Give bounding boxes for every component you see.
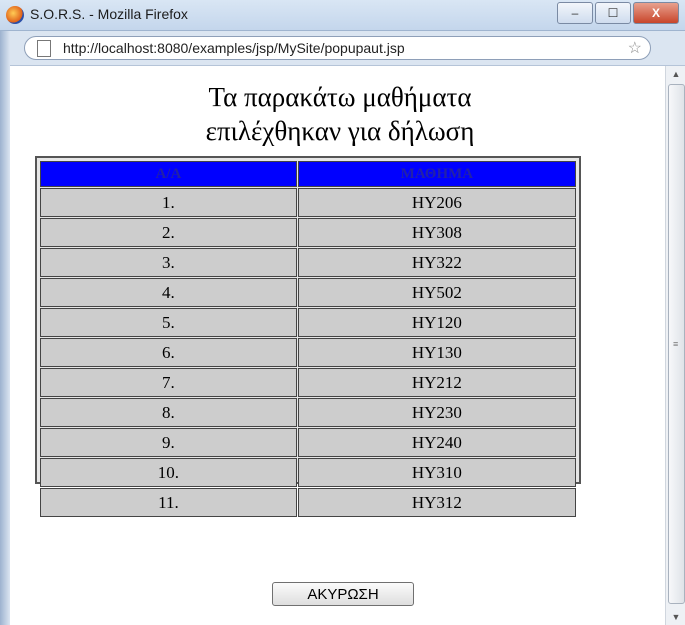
address-bar: http://localhost:8080/examples/jsp/MySit…	[0, 31, 685, 66]
row-number-cell: 9.	[40, 428, 297, 457]
course-code-cell: HY312	[297, 488, 576, 517]
row-number-cell: 2.	[40, 218, 297, 247]
minimize-button[interactable]: –	[557, 2, 593, 24]
table-row: 6. HY130	[40, 338, 576, 367]
heading-line-1: Τα παρακάτω μαθήματα	[208, 82, 472, 112]
maximize-button[interactable]: ☐	[595, 2, 631, 24]
row-number-cell: 6.	[40, 338, 297, 367]
row-number-cell: 1.	[40, 188, 297, 217]
firefox-icon	[6, 6, 24, 24]
courses-table: Α/Α ΜΑΘΗΜΑ 1. HY206 2. HY308 3. HY322 4. HY502 5…	[39, 160, 577, 518]
table-row: 10. HY310	[40, 458, 576, 487]
vertical-scrollbar[interactable]: ▲ ≡ ▼	[665, 66, 685, 625]
row-number-cell: 8.	[40, 398, 297, 427]
row-number-cell: 3.	[40, 248, 297, 277]
course-code-cell: HY206	[297, 188, 576, 217]
cancel-button[interactable]: ΑΚΥΡΩΣΗ	[272, 582, 414, 606]
column-header-aa: Α/Α	[40, 161, 297, 187]
row-number-cell: 7.	[40, 368, 297, 397]
page-heading: Τα παρακάτω μαθήματα επιλέχθηκαν για δήλ…	[10, 80, 670, 148]
url-text: http://localhost:8080/examples/jsp/MySit…	[63, 40, 405, 56]
table-row: 1. HY206	[40, 188, 576, 217]
table-row: 7. HY212	[40, 368, 576, 397]
grip-icon: ≡	[673, 339, 679, 349]
window-title: S.O.R.S. - Mozilla Firefox	[30, 6, 188, 22]
course-code-cell: HY120	[297, 308, 576, 337]
window-title-bar[interactable]: S.O.R.S. - Mozilla Firefox – ☐ X	[0, 0, 685, 31]
heading-line-2: επιλέχθηκαν για δήλωση	[205, 116, 475, 146]
course-code-cell: HY130	[297, 338, 576, 367]
row-number-cell: 11.	[40, 488, 297, 517]
row-number-cell: 5.	[40, 308, 297, 337]
table-row: 5. HY120	[40, 308, 576, 337]
table-header-row: Α/Α ΜΑΘΗΜΑ	[40, 161, 576, 187]
table-row: 3. HY322	[40, 248, 576, 277]
close-button[interactable]: X	[633, 2, 679, 24]
course-code-cell: HY502	[297, 278, 576, 307]
table-row: 9. HY240	[40, 428, 576, 457]
column-header-course: ΜΑΘΗΜΑ	[297, 161, 576, 187]
table-body: 1. HY206 2. HY308 3. HY322 4. HY502 5. HY120 6. HY1…	[40, 188, 576, 517]
scroll-down-icon[interactable]: ▼	[666, 609, 685, 625]
table-row: 4. HY502	[40, 278, 576, 307]
course-code-cell: HY240	[297, 428, 576, 457]
window-controls: – ☐ X	[557, 2, 679, 24]
scrollbar-thumb[interactable]: ≡	[668, 84, 685, 604]
table-row: 11. HY312	[40, 488, 576, 517]
courses-table-wrapper: Α/Α ΜΑΘΗΜΑ 1. HY206 2. HY308 3. HY322 4. HY502 5…	[35, 156, 581, 517]
row-number-cell: 10.	[40, 458, 297, 487]
url-field[interactable]: http://localhost:8080/examples/jsp/MySit…	[24, 36, 651, 60]
row-number-cell: 4.	[40, 278, 297, 307]
page-icon	[37, 40, 51, 57]
table-row: 8. HY230	[40, 398, 576, 427]
page-content: Τα παρακάτω μαθήματα επιλέχθηκαν για δήλ…	[10, 66, 665, 625]
window-left-border	[0, 31, 10, 625]
table-row: 2. HY308	[40, 218, 576, 247]
course-code-cell: HY322	[297, 248, 576, 277]
course-code-cell: HY212	[297, 368, 576, 397]
course-code-cell: HY230	[297, 398, 576, 427]
course-code-cell: HY310	[297, 458, 576, 487]
course-code-cell: HY308	[297, 218, 576, 247]
scroll-up-icon[interactable]: ▲	[666, 66, 685, 82]
star-icon[interactable]: ☆	[628, 38, 642, 58]
